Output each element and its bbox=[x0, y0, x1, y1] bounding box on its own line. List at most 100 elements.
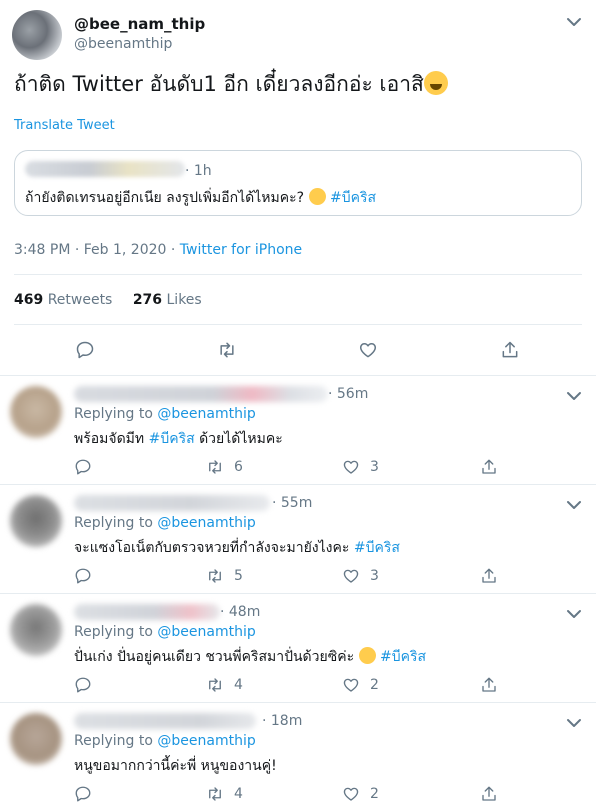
reply-icon bbox=[75, 677, 91, 692]
replying-label: Replying to bbox=[74, 406, 158, 422]
quoted-text-body: ถ้ายังติดเทรนอยู่อีกเนีย ลงรูปเพิ่มอีกได… bbox=[25, 190, 305, 206]
replying-label: Replying to bbox=[74, 515, 158, 531]
tweet-timestamp[interactable]: 3:48 PM · Feb 1, 2020 · bbox=[14, 242, 180, 258]
retweet-icon bbox=[209, 568, 221, 583]
reply-button[interactable] bbox=[74, 674, 92, 692]
reply-time[interactable]: · 56m bbox=[328, 386, 368, 402]
retweet-icon[interactable] bbox=[217, 340, 237, 360]
share-button[interactable] bbox=[480, 674, 498, 692]
quoted-text: ถ้ายังติดเทรนอยู่อีกเนีย ลงรูปเพิ่มอีกได… bbox=[25, 187, 376, 209]
tears-of-joy-icon bbox=[308, 188, 326, 205]
tweet-stats: 469 Retweets 276 Likes bbox=[14, 292, 202, 308]
reply-tweet[interactable]: · 56m Replying to @beenamthip พร้อมจัดมี… bbox=[0, 376, 596, 485]
like-button[interactable]: 3 bbox=[342, 565, 379, 584]
retweet-count: 5 bbox=[234, 567, 243, 584]
like-count: 2 bbox=[370, 676, 379, 693]
reply-hashtag[interactable]: #บีคริส bbox=[380, 649, 426, 665]
like-button[interactable]: 3 bbox=[342, 456, 379, 475]
reply-avatar[interactable] bbox=[10, 386, 62, 438]
quoted-tweet[interactable]: · 1h ถ้ายังติดเทรนอยู่อีกเนีย ลงรูปเพิ่ม… bbox=[14, 150, 582, 216]
reply-text: พร้อมจัดมีท #บีคริส ด้วยได้ไหมคะ bbox=[74, 428, 283, 450]
reply-text-after: ด้วยได้ไหมคะ bbox=[194, 431, 283, 447]
replying-to: Replying to @beenamthip bbox=[74, 406, 256, 422]
likes-label[interactable]: Likes bbox=[167, 292, 202, 308]
reply-time[interactable]: · 48m bbox=[220, 604, 260, 620]
reply-avatar[interactable] bbox=[10, 713, 62, 765]
tweet-meta: 3:48 PM · Feb 1, 2020 · Twitter for iPho… bbox=[14, 242, 302, 258]
share-button[interactable] bbox=[480, 783, 498, 801]
tweet-text: ถ้าติด Twitter อันดับ1 อีก เดี๋ยวลงอีกอ่… bbox=[14, 70, 448, 98]
like-icon[interactable] bbox=[358, 340, 378, 360]
replying-label: Replying to bbox=[74, 733, 158, 749]
share-icon bbox=[482, 677, 496, 692]
replying-mention[interactable]: @beenamthip bbox=[157, 733, 255, 749]
like-count: 3 bbox=[370, 567, 379, 584]
chevron-down-icon[interactable] bbox=[566, 390, 582, 402]
main-tweet: @bee_nam_thip @beenamthip ถ้าติด Twitter… bbox=[0, 0, 596, 376]
reply-time[interactable]: · 18m bbox=[262, 713, 302, 729]
reply-text-body: พร้อมจัดมีท bbox=[74, 431, 149, 447]
likes-count[interactable]: 276 bbox=[133, 292, 162, 308]
tweet-text-body: ถ้าติด Twitter อันดับ1 อีก เดี๋ยวลงอีกอ่… bbox=[14, 72, 424, 96]
reply-tweet[interactable]: · 48m Replying to @beenamthip ปั่นเก่ง ป… bbox=[0, 594, 596, 703]
retweets-label[interactable]: Retweets bbox=[48, 292, 113, 308]
like-icon bbox=[343, 678, 359, 692]
quoted-author-blurred bbox=[25, 161, 185, 177]
quoted-time: · 1h bbox=[185, 163, 212, 179]
reply-text: ปั่นเก่ง ปั่นอยู่คนเดียว ชวนพี่คริสมาปั่… bbox=[74, 646, 426, 668]
share-button[interactable] bbox=[480, 456, 498, 474]
retweet-count: 4 bbox=[234, 676, 243, 693]
replying-to: Replying to @beenamthip bbox=[74, 733, 256, 749]
tweet-source[interactable]: Twitter for iPhone bbox=[180, 242, 302, 258]
reply-author-blurred[interactable] bbox=[74, 386, 328, 402]
like-count: 2 bbox=[370, 785, 379, 802]
reply-hashtag[interactable]: #บีคริส bbox=[354, 540, 400, 556]
reply-button[interactable] bbox=[74, 565, 92, 583]
reply-button[interactable] bbox=[74, 783, 92, 801]
replying-to: Replying to @beenamthip bbox=[74, 624, 256, 640]
retweet-button[interactable]: 5 bbox=[206, 565, 243, 584]
replying-mention[interactable]: @beenamthip bbox=[157, 624, 255, 640]
share-icon[interactable] bbox=[500, 340, 520, 360]
winking-face-tongue-icon bbox=[358, 647, 376, 664]
reply-icon bbox=[75, 459, 91, 474]
reply-icon bbox=[75, 786, 91, 801]
reply-icon[interactable] bbox=[75, 340, 95, 360]
reply-author-blurred[interactable] bbox=[74, 495, 270, 511]
handle[interactable]: @beenamthip bbox=[74, 36, 172, 52]
translate-tweet-link[interactable]: Translate Tweet bbox=[14, 118, 115, 133]
like-button[interactable]: 2 bbox=[342, 674, 379, 693]
reply-button[interactable] bbox=[74, 456, 92, 474]
reply-tweet[interactable]: · 18m Replying to @beenamthip หนูขอมากกว… bbox=[0, 703, 596, 807]
replying-label: Replying to bbox=[74, 624, 158, 640]
reply-hashtag[interactable]: #บีคริส bbox=[149, 431, 195, 447]
divider bbox=[14, 324, 582, 325]
avatar[interactable] bbox=[12, 10, 62, 60]
chevron-down-icon[interactable] bbox=[566, 717, 582, 729]
retweet-icon bbox=[209, 786, 221, 801]
replying-mention[interactable]: @beenamthip bbox=[157, 515, 255, 531]
reply-tweet[interactable]: · 55m Replying to @beenamthip จะแซงโอเน็… bbox=[0, 485, 596, 594]
retweet-button[interactable]: 4 bbox=[206, 783, 243, 802]
chevron-down-icon[interactable] bbox=[566, 608, 582, 620]
retweets-count[interactable]: 469 bbox=[14, 292, 43, 308]
retweet-button[interactable]: 4 bbox=[206, 674, 243, 693]
retweet-button[interactable]: 6 bbox=[206, 456, 243, 475]
display-name[interactable]: @bee_nam_thip bbox=[74, 15, 205, 33]
reply-author-blurred[interactable] bbox=[74, 604, 220, 620]
reply-avatar[interactable] bbox=[10, 495, 62, 547]
like-button[interactable]: 2 bbox=[342, 783, 379, 802]
reply-time[interactable]: · 55m bbox=[272, 495, 312, 511]
like-count: 3 bbox=[370, 458, 379, 475]
chevron-down-icon[interactable] bbox=[566, 499, 582, 511]
chevron-down-icon[interactable] bbox=[566, 16, 582, 28]
winking-face-tongue-icon bbox=[423, 71, 448, 95]
share-button[interactable] bbox=[480, 565, 498, 583]
reply-text-body: หนูขอมากกว่านี้ค่ะพี่ หนูของานคู่! bbox=[74, 758, 277, 774]
reply-text: จะแซงโอเน็ตกับตรวจหวยที่กำลังจะมายังไงคะ… bbox=[74, 537, 400, 559]
quoted-hashtag[interactable]: #บีคริส bbox=[330, 190, 376, 206]
reply-author-blurred[interactable] bbox=[74, 713, 256, 729]
share-icon bbox=[482, 786, 496, 801]
replying-mention[interactable]: @beenamthip bbox=[157, 406, 255, 422]
reply-avatar[interactable] bbox=[10, 604, 62, 656]
